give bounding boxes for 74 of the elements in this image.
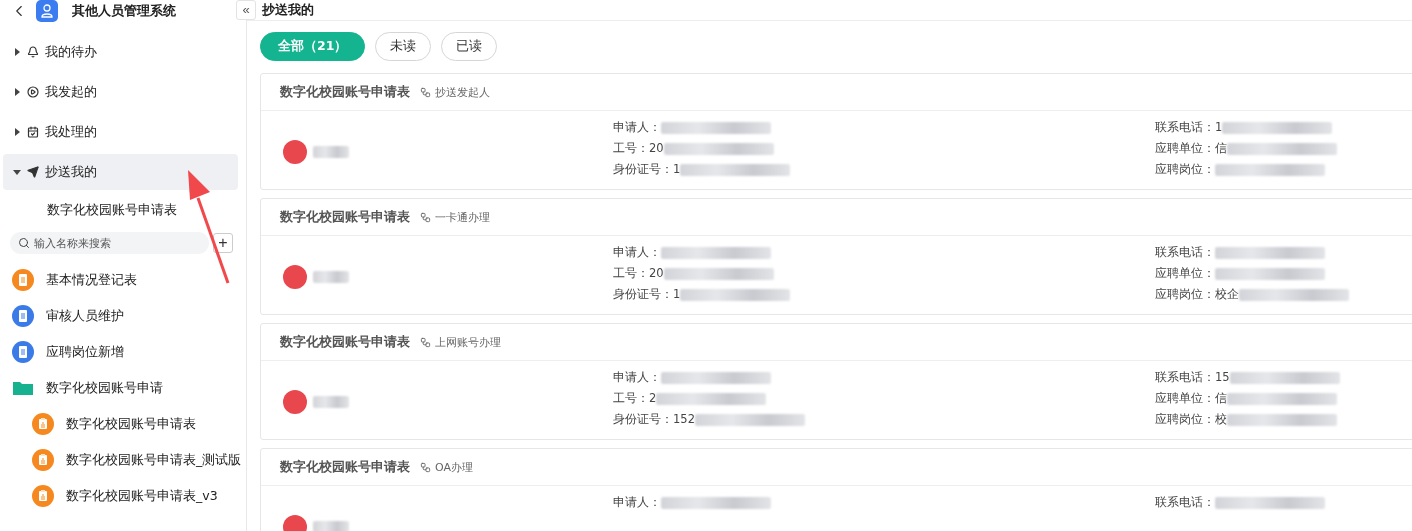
card-title: 数字化校园账号申请表 — [280, 458, 410, 476]
card-title: 数字化校园账号申请表 — [280, 333, 410, 351]
clipboard-icon — [32, 413, 54, 435]
field-label: 工号：20 — [613, 266, 664, 281]
nav-item[interactable]: 我处理的 — [3, 114, 238, 150]
node-name: OA办理 — [435, 459, 473, 475]
avatar — [283, 265, 307, 289]
play-icon — [27, 86, 39, 98]
nav-subitem[interactable]: 数字化校园账号申请表 — [0, 192, 246, 228]
flow-icon — [420, 86, 431, 98]
filter-tab[interactable]: 未读 — [375, 32, 432, 61]
redacted-name — [313, 396, 349, 408]
clipboard-icon — [32, 485, 54, 507]
card-title: 数字化校园账号申请表 — [280, 208, 410, 226]
filter-tab[interactable]: 已读 — [441, 32, 498, 61]
card-title: 数字化校园账号申请表 — [280, 83, 410, 101]
field-label: 应聘单位：信 — [1155, 391, 1227, 406]
form-item[interactable]: 数字化校园账号申请表 — [0, 406, 246, 442]
calendar-icon — [27, 126, 39, 138]
send-icon — [27, 166, 39, 178]
document-icon — [12, 269, 34, 291]
form-item[interactable]: 数字化校园账号申请 — [0, 370, 246, 406]
search-icon — [18, 237, 30, 249]
form-item[interactable]: 基本情况登记表 — [0, 262, 246, 298]
flow-icon — [420, 461, 431, 473]
app-logo — [36, 0, 58, 22]
field-label: 应聘岗位：校 — [1155, 412, 1227, 427]
field-label: 身份证号：1 — [613, 287, 681, 302]
field-label: 应聘岗位： — [1155, 162, 1215, 177]
field-label: 联系电话： — [1155, 495, 1215, 510]
message-card[interactable]: 数字化校园账号申请表 OA办理 申请人： 联系电话： — [260, 448, 1412, 531]
avatar — [283, 390, 307, 414]
field-label: 工号：2 — [613, 391, 657, 406]
node-name: 一卡通办理 — [435, 209, 490, 225]
form-item[interactable]: 审核人员维护 — [0, 298, 246, 334]
field-label: 身份证号：152 — [613, 412, 695, 427]
redacted-name — [313, 146, 349, 158]
field-label: 工号：20 — [613, 141, 664, 156]
collapse-button[interactable]: « — [236, 0, 256, 20]
search-field[interactable]: 输入名称来搜索 — [10, 232, 209, 254]
bell-icon — [27, 46, 39, 58]
redacted-name — [313, 521, 349, 531]
node-name: 上网账号办理 — [435, 334, 501, 350]
form-item[interactable]: 数字化校园账号申请表_测试版 — [0, 442, 246, 478]
message-card[interactable]: 数字化校园账号申请表 一卡通办理 申请人： 工号：20 身份证号：1 联系电话： 应聘单位： 应聘岗位：校企 — [260, 198, 1412, 315]
message-card[interactable]: 数字化校园账号申请表 上网账号办理 申请人： 工号：2 身份证号：152 联系电话：15 应聘单位：信 应聘岗位：校 — [260, 323, 1412, 440]
clipboard-icon — [32, 449, 54, 471]
nav-item[interactable]: 我发起的 — [3, 74, 238, 110]
field-label: 联系电话：1 — [1155, 120, 1223, 135]
document-icon — [12, 305, 34, 327]
avatar — [283, 140, 307, 164]
form-item[interactable]: 应聘岗位新增 — [0, 334, 246, 370]
form-item[interactable]: 数字化校园账号申请表_v3 — [0, 478, 246, 514]
message-card[interactable]: 数字化校园账号申请表 抄送发起人 申请人： 工号：20 身份证号：1 联系电话：1 应聘单位：信 应聘岗位： — [260, 73, 1412, 190]
nav-item[interactable]: 抄送我的 — [3, 154, 238, 190]
app-title: 其他人员管理系统 — [72, 2, 176, 20]
page-title: 抄送我的 — [262, 1, 314, 19]
field-label: 身份证号：1 — [613, 162, 681, 177]
field-label: 申请人： — [613, 370, 661, 385]
flow-icon — [420, 336, 431, 348]
folder-icon — [12, 380, 34, 396]
flow-icon — [420, 211, 431, 223]
field-label: 联系电话：15 — [1155, 370, 1230, 385]
field-label: 应聘单位： — [1155, 266, 1215, 281]
node-name: 抄送发起人 — [435, 84, 490, 100]
field-label: 应聘岗位：校企 — [1155, 287, 1239, 302]
field-label: 申请人： — [613, 245, 661, 260]
field-label: 应聘单位：信 — [1155, 141, 1227, 156]
field-label: 申请人： — [613, 495, 661, 510]
document-icon — [12, 341, 34, 363]
redacted-name — [313, 271, 349, 283]
field-label: 联系电话： — [1155, 245, 1215, 260]
field-label: 申请人： — [613, 120, 661, 135]
nav-item[interactable]: 我的待办 — [3, 34, 238, 70]
